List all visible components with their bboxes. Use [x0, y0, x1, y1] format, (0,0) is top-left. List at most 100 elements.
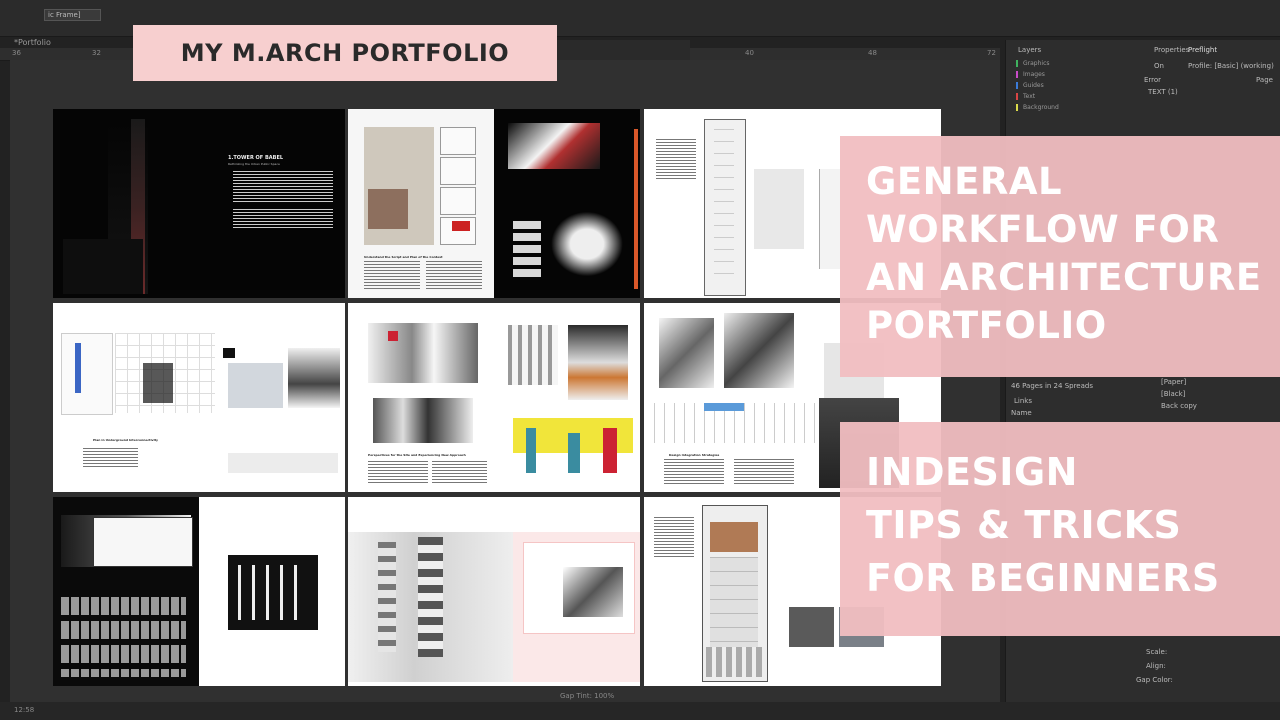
body-text-block: [664, 459, 724, 485]
section-elevation: [754, 169, 804, 249]
layer-color-swatch: [1016, 82, 1018, 89]
title-banner: MY M.ARCH PORTFOLIO: [133, 25, 557, 81]
tab-properties[interactable]: Properties: [1154, 46, 1189, 54]
ruler-number: 48: [868, 49, 877, 57]
render-image: [789, 607, 834, 647]
pages-info: 46 Pages in 24 Spreads: [1011, 382, 1093, 390]
blue-tower-diagram: [75, 343, 81, 393]
layer-row[interactable]: Text: [1016, 93, 1035, 103]
spread-heading: 1.TOWER OF BABEL: [228, 155, 284, 161]
dark-mass-diagram: [143, 363, 173, 403]
body-text-block: [233, 171, 333, 203]
swatch-black[interactable]: [Black]: [1161, 390, 1185, 398]
model-grid: [61, 597, 186, 677]
body-text-block: [364, 261, 420, 291]
ruler-number: 36: [12, 49, 21, 57]
site-photo: [368, 189, 408, 229]
diagram-thumbnail: [440, 127, 476, 155]
layer-color-swatch: [1016, 93, 1018, 100]
workflow-heading: GENERAL WORKFLOW FOR AN ARCHITECTURE POR…: [866, 160, 1262, 347]
body-text-block: [233, 209, 333, 229]
blue-water: [704, 403, 744, 411]
body-text-block: [368, 461, 428, 485]
spread-5[interactable]: Perspectives for the Site and Experienci…: [348, 303, 640, 492]
ruler-number: 72: [987, 49, 996, 57]
indesign-heading: INDESIGN TIPS & TRICKS FOR BEGINNERS: [866, 450, 1220, 600]
collage-image: [368, 323, 478, 383]
elevation-strip: [819, 169, 842, 269]
axonometric-drawing: [659, 318, 714, 388]
long-section: [654, 403, 834, 443]
swatch-paper[interactable]: [Paper]: [1161, 378, 1186, 386]
city-silhouette: [63, 239, 143, 294]
spread-8[interactable]: [348, 497, 640, 686]
blue-column-sketch: [568, 433, 580, 473]
gap-tint-readout: Gap Tint: 100%: [560, 692, 615, 700]
annotation-text: [654, 517, 694, 557]
sculpted-model: [548, 209, 626, 279]
preflight-error-header: Error: [1144, 76, 1162, 84]
spread-4[interactable]: Plan in Underground Interconnectivity: [53, 303, 345, 492]
section-floors: [714, 129, 734, 284]
ruler-number: 40: [745, 49, 754, 57]
interior-wood-space: [710, 522, 758, 552]
layer-color-swatch: [1016, 71, 1018, 78]
frame-type-select[interactable]: ic Frame]: [44, 9, 101, 21]
thumbnail-strip: [228, 453, 338, 473]
collage-image: [373, 398, 473, 443]
sketch-sequence: [508, 325, 558, 385]
axonometric-drawing: [724, 313, 794, 388]
preflight-profile-select[interactable]: Profile: [Basic] (working): [1188, 62, 1274, 70]
diagram-thumbnail: [440, 187, 476, 215]
align-label: Align:: [1146, 662, 1166, 670]
body-text-block: [83, 448, 138, 468]
tab-layers[interactable]: Layers: [1018, 46, 1041, 54]
swatch-back-copy[interactable]: Back copy: [1161, 402, 1197, 410]
model-sequence: [513, 221, 541, 281]
title-text: MY M.ARCH PORTFOLIO: [180, 39, 510, 67]
body-text-block: [734, 459, 794, 485]
diagram-frame: [61, 333, 113, 415]
status-page-number: 12:58: [14, 706, 35, 714]
spread-heading: Understand the Script and Plan of the Co…: [364, 255, 443, 259]
preflight-on-toggle[interactable]: On: [1154, 62, 1164, 70]
pink-panel-indesign: INDESIGN TIPS & TRICKS FOR BEGINNERS: [840, 422, 1280, 636]
mini-diagram: [223, 348, 235, 358]
blue-column-sketch: [526, 428, 536, 473]
foundation-columns: [706, 647, 762, 677]
floor-stack: [710, 557, 758, 647]
pink-panel-workflow: GENERAL WORKFLOW FOR AN ARCHITECTURE POR…: [840, 136, 1280, 377]
preflight-error-item[interactable]: TEXT (1): [1148, 88, 1178, 96]
spread-2[interactable]: Understand the Script and Plan of the Co…: [348, 109, 640, 298]
annotation-text: [656, 139, 696, 179]
layer-color-swatch: [1016, 104, 1018, 111]
red-column-sketch: [603, 428, 617, 473]
tower-exploded: [418, 537, 443, 657]
links-name-header: Name: [1011, 409, 1032, 417]
body-text-block: [432, 461, 487, 485]
spread-heading: Perspectives for the Site and Experienci…: [368, 453, 466, 457]
elevation-frame: [93, 517, 193, 567]
diagram-thumbnail: [440, 157, 476, 185]
links-panel-title[interactable]: Links: [1014, 397, 1032, 405]
body-text-block: [426, 261, 482, 291]
sketch-image: [568, 325, 628, 400]
ruler-number: 32: [92, 49, 101, 57]
model-thumbnails: [238, 565, 308, 620]
layer-row[interactable]: Guides: [1016, 82, 1044, 92]
layer-row[interactable]: Graphics: [1016, 60, 1050, 70]
scale-label: Scale:: [1146, 648, 1168, 656]
tower-exploded: [378, 542, 396, 652]
model-render: [508, 123, 600, 169]
spread-7[interactable]: [53, 497, 345, 686]
crane-collage: [563, 567, 623, 617]
document-tab[interactable]: *Portfolio: [14, 38, 51, 47]
red-highlight: [452, 221, 470, 231]
tab-preflight[interactable]: Preflight: [1188, 46, 1217, 54]
orange-accent-bar: [634, 129, 638, 289]
layer-row[interactable]: Images: [1016, 71, 1045, 81]
spread-subheading: Rethinking the Urban Public Space: [228, 162, 280, 166]
spread-heading: Design Integration Strategies: [669, 453, 720, 457]
layer-row[interactable]: Background: [1016, 104, 1059, 114]
spread-1[interactable]: 1.TOWER OF BABEL Rethinking the Urban Pu…: [53, 109, 345, 298]
